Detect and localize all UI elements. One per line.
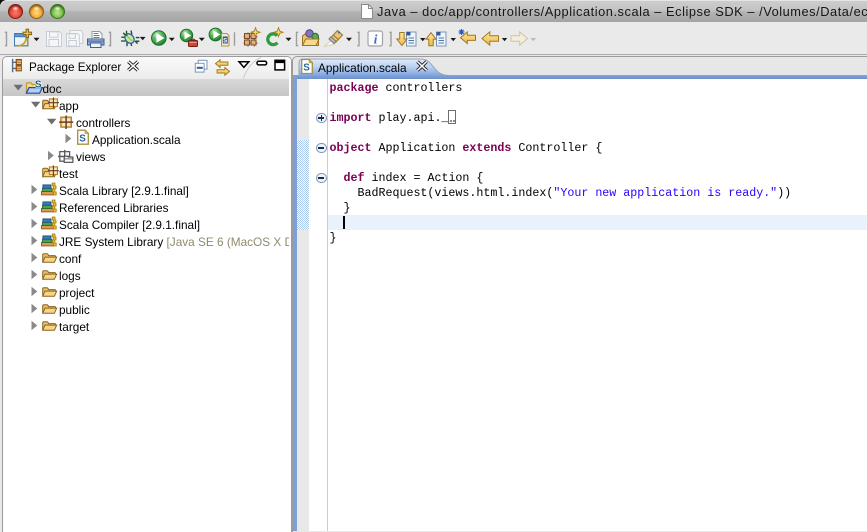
svg-text:S: S xyxy=(223,38,227,44)
svg-text:S: S xyxy=(35,79,42,90)
svg-text:i: i xyxy=(374,32,378,47)
